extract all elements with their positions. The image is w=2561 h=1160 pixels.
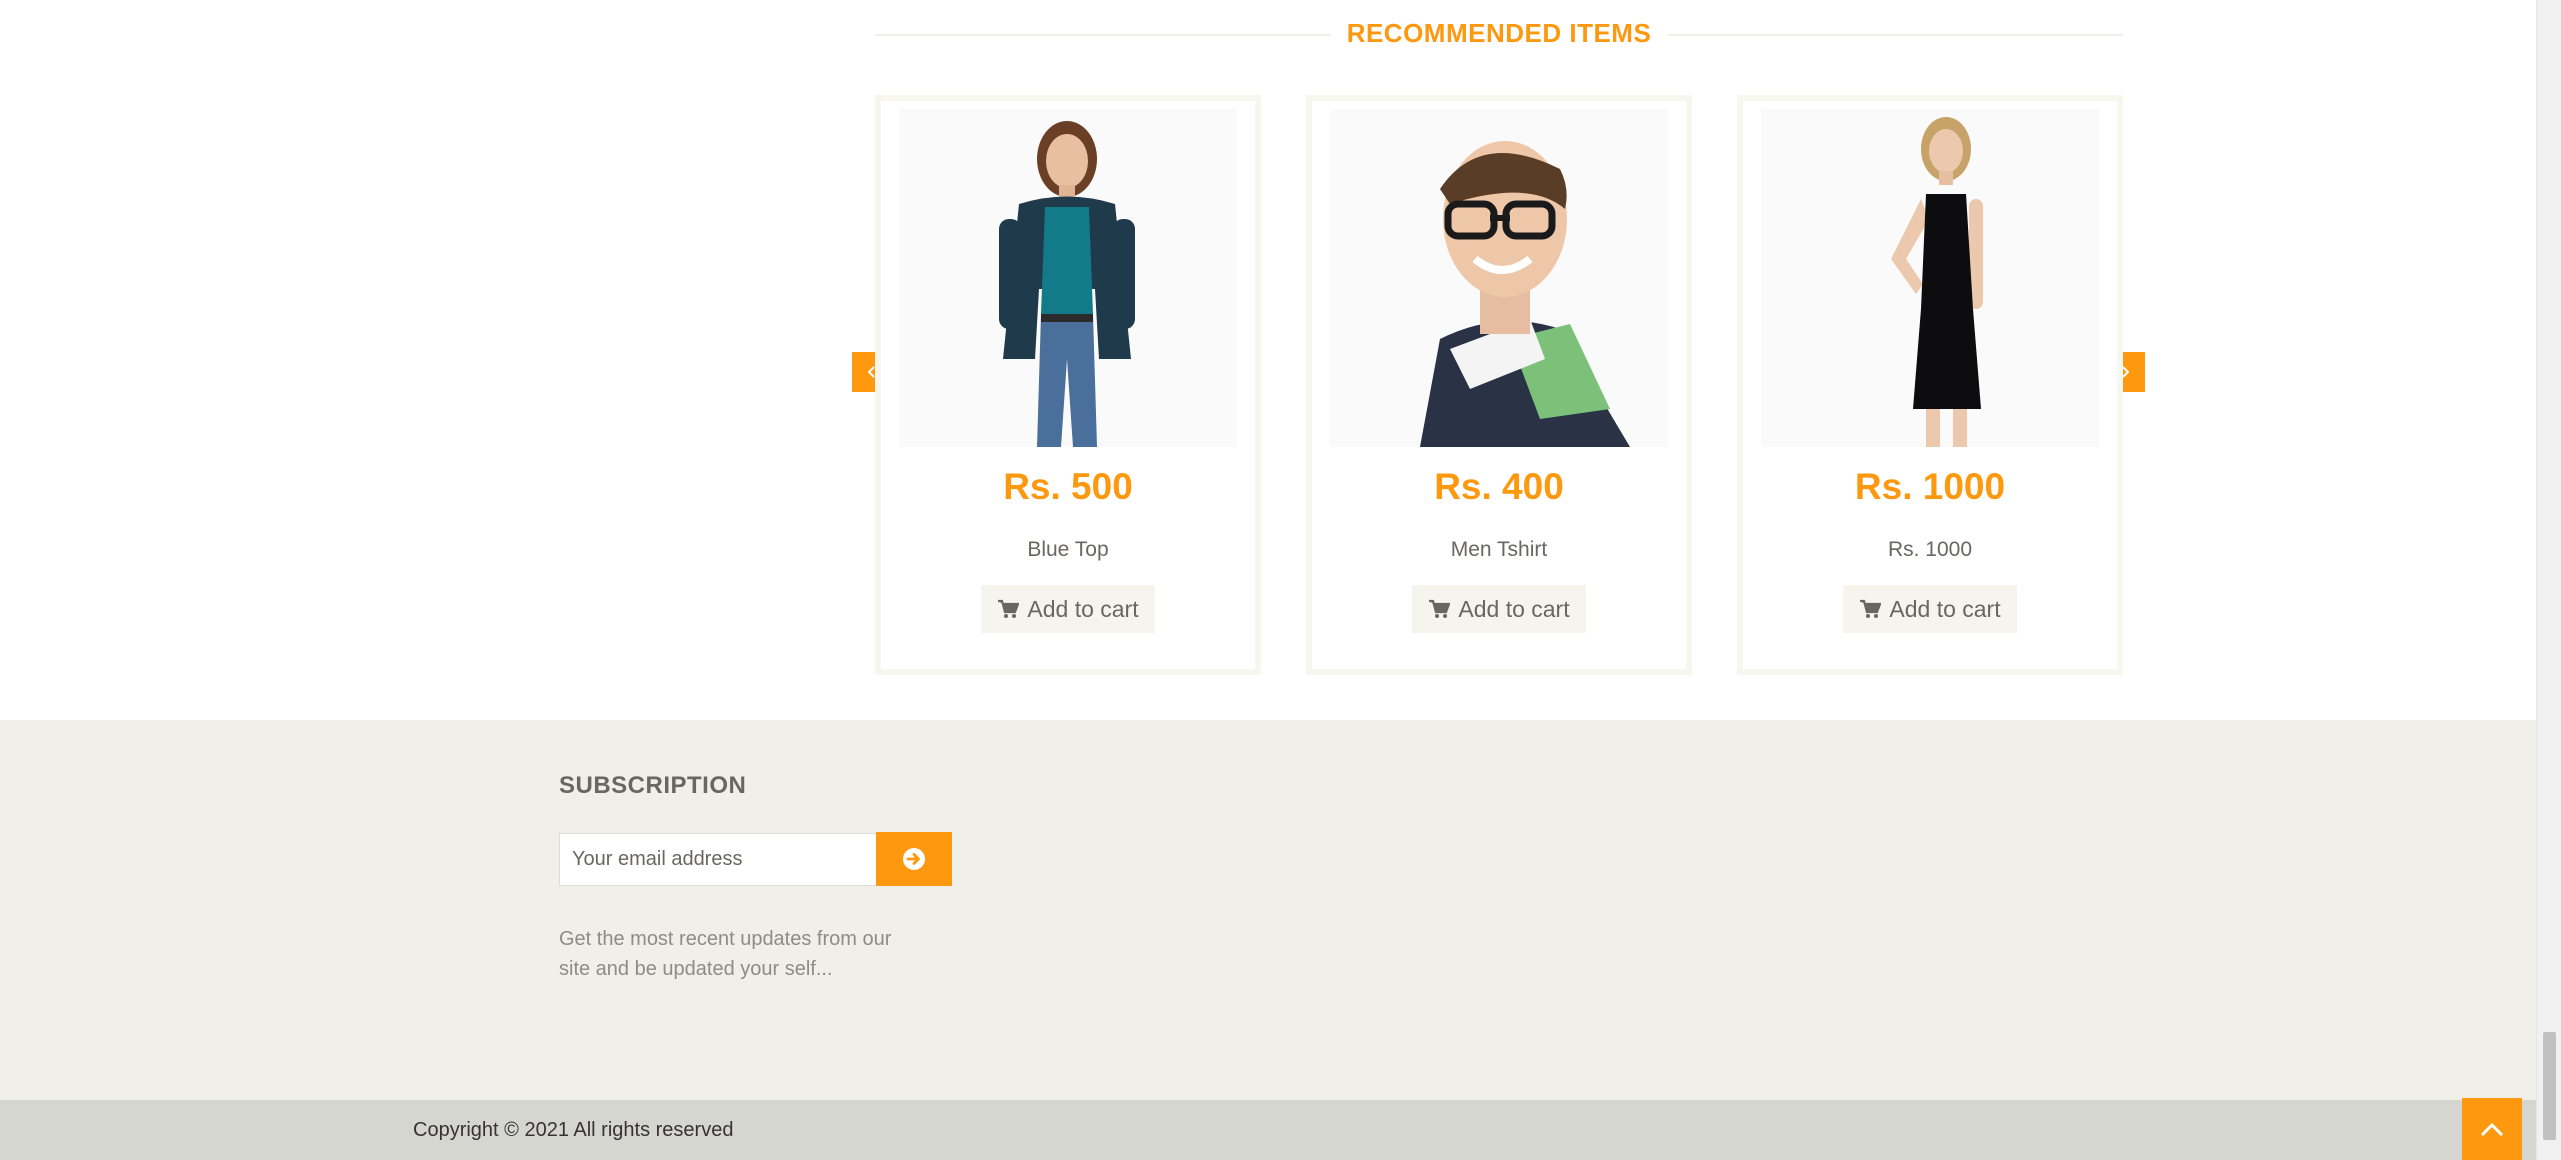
product-name: Men Tshirt — [1450, 538, 1548, 561]
recommended-title: RECOMMENDED ITEMS — [1330, 18, 1668, 49]
arrow-circle-right-icon — [903, 848, 925, 870]
footer-widget: SUBSCRIPTION Get the most recent updates… — [0, 720, 2536, 1100]
shopping-cart-icon — [1429, 599, 1451, 618]
subscribe-button[interactable] — [876, 832, 952, 886]
shopping-cart-icon — [1860, 599, 1882, 618]
product-card: Rs. 400 Men Tshirt Add to cart — [1306, 95, 1692, 675]
scroll-up-button[interactable] — [2462, 1098, 2522, 1160]
product-name: Blue Top — [1027, 538, 1109, 561]
product-image-woman-blue-top[interactable] — [899, 109, 1237, 447]
footer-bottom: Copyright © 2021 All rights reserved — [0, 1100, 2536, 1160]
subscription-title: SUBSCRIPTION — [559, 772, 747, 799]
add-to-cart-button[interactable]: Add to cart — [981, 585, 1155, 633]
page-scrollbar[interactable] — [2536, 0, 2561, 1160]
product-name: Rs. 1000 — [1887, 538, 1973, 561]
product-card: Rs. 1000 Rs. 1000 Add to cart — [1737, 95, 2123, 675]
product-image-man-tshirt[interactable] — [1330, 109, 1668, 447]
subscription-description: Get the most recent updates from our sit… — [559, 928, 892, 980]
product-card: Rs. 500 Blue Top Add to cart — [875, 95, 1261, 675]
add-to-cart-label: Add to cart — [1027, 595, 1139, 622]
add-to-cart-button[interactable]: Add to cart — [1412, 585, 1586, 633]
recommended-title-row: RECOMMENDED ITEMS — [875, 18, 2123, 50]
product-price: Rs. 1000 — [1854, 466, 2006, 507]
product-image-woman-black-dress[interactable] — [1761, 109, 2099, 447]
chevron-up-icon — [2480, 1122, 2504, 1137]
recommended-items-section: RECOMMENDED ITEMS Rs. 500 Blue Top Add t… — [0, 0, 2536, 720]
add-to-cart-button[interactable]: Add to cart — [1843, 585, 2017, 633]
product-price: Rs. 400 — [1434, 466, 1564, 507]
subscription-email-input[interactable] — [559, 833, 877, 886]
product-price: Rs. 500 — [1003, 466, 1133, 507]
add-to-cart-label: Add to cart — [1889, 595, 2001, 622]
shopping-cart-icon — [998, 599, 1020, 618]
scrollbar-thumb[interactable] — [2543, 1032, 2556, 1140]
copyright-text: Copyright © 2021 All rights reserved — [413, 1119, 734, 1141]
add-to-cart-label: Add to cart — [1458, 595, 1570, 622]
